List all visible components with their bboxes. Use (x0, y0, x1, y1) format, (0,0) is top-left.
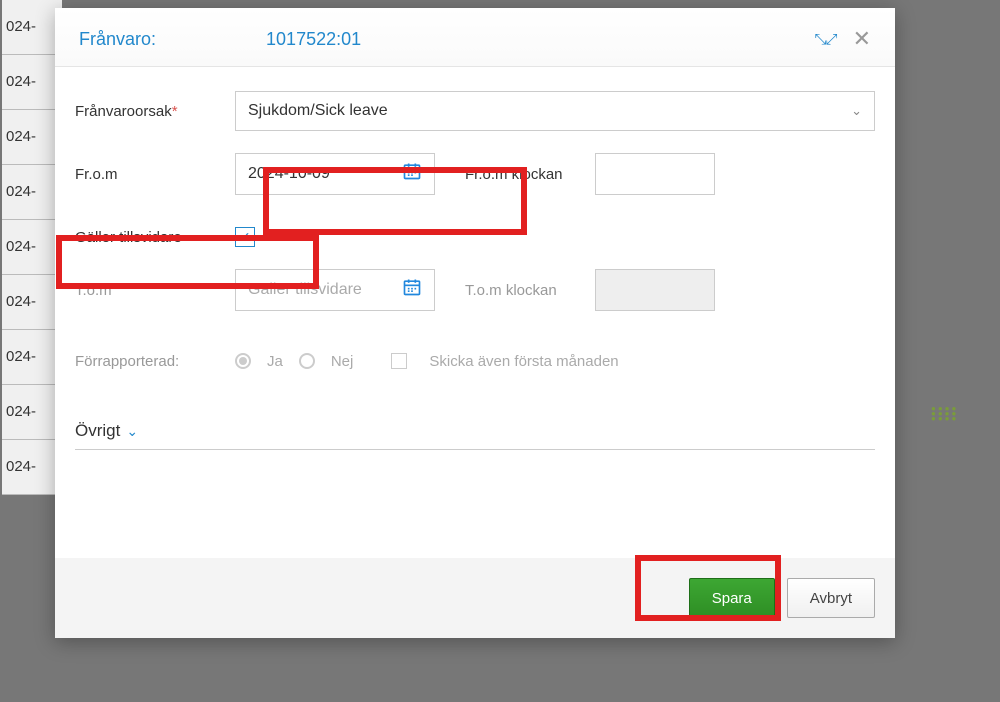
calendar-icon (402, 277, 422, 303)
ovrigt-label: Övrigt (75, 421, 120, 441)
modal-footer: Spara Avbryt (55, 558, 895, 638)
bg-row: 024- (2, 220, 62, 275)
header-actions: ⤡⤢ ✕ (815, 26, 871, 52)
bg-row: 024- (2, 165, 62, 220)
reason-value: Sjukdom/Sick leave (248, 102, 388, 120)
send-first-month-checkbox (391, 353, 407, 369)
absence-modal: Frånvaro: 1017522:01 ⤡⤢ ✕ Frånvaroorsak*… (55, 8, 895, 638)
bg-row: 024- (2, 330, 62, 385)
drag-handle-icon[interactable]: ●●●●●●●●●●●● (931, 406, 947, 426)
row-to: T.o.m Gäller tillsvidare T.o.m klockan (75, 269, 875, 311)
send-first-month-label: Skicka även första månaden (429, 353, 618, 370)
chevron-down-icon: ⌄ (851, 103, 862, 119)
row-reason: Frånvaroorsak* Sjukdom/Sick leave ⌄ (75, 91, 875, 131)
modal-header: Frånvaro: 1017522:01 ⤡⤢ ✕ (55, 8, 895, 67)
reason-select[interactable]: Sjukdom/Sick leave ⌄ (235, 91, 875, 131)
radio-nej-label: Nej (331, 353, 354, 370)
to-label: T.o.m (75, 282, 235, 299)
reason-label: Frånvaroorsak* (75, 103, 235, 120)
from-date-value: 2024-10-09 (248, 165, 330, 183)
required-mark: * (172, 103, 178, 120)
from-date-input[interactable]: 2024-10-09 (235, 153, 435, 195)
from-time-label: Fr.o.m klockan (465, 166, 595, 183)
save-button[interactable]: Spara (689, 578, 775, 618)
forrapporterad-radios: Ja Nej Skicka även första månaden (235, 353, 619, 370)
radio-ja-label: Ja (267, 353, 283, 370)
modal-id: 1017522:01 (266, 29, 361, 50)
modal-title: Frånvaro: (79, 29, 156, 50)
close-icon[interactable]: ✕ (853, 26, 871, 52)
bg-row: 024- (2, 440, 62, 495)
from-label: Fr.o.m (75, 166, 235, 183)
bg-row: 024- (2, 275, 62, 330)
row-tillsvidare: Gäller tillsvidare ✓ (75, 217, 875, 257)
tillsvidare-label: Gäller tillsvidare (75, 229, 235, 246)
bg-row: 024- (2, 55, 62, 110)
tillsvidare-checkbox[interactable]: ✓ (235, 227, 255, 247)
chevron-down-icon: ⌄ (126, 423, 138, 440)
to-date-input: Gäller tillsvidare (235, 269, 435, 311)
row-from: Fr.o.m 2024-10-09 Fr.o.m klockan (75, 153, 875, 195)
expand-icon[interactable]: ⤡⤢ (815, 31, 837, 48)
row-forrapporterad: Förrapporterad: Ja Nej Skicka även först… (75, 341, 875, 381)
to-time-label: T.o.m klockan (465, 282, 595, 299)
to-date-placeholder: Gäller tillsvidare (248, 281, 362, 299)
cancel-button[interactable]: Avbryt (787, 578, 875, 618)
from-time-input[interactable] (595, 153, 715, 195)
radio-nej (299, 353, 315, 369)
bg-row: 024- (2, 110, 62, 165)
forrapporterad-label: Förrapporterad: (75, 353, 235, 370)
radio-ja (235, 353, 251, 369)
modal-body: Frånvaroorsak* Sjukdom/Sick leave ⌄ Fr.o… (55, 67, 895, 460)
calendar-icon[interactable] (402, 161, 422, 187)
bg-row: 024- (2, 385, 62, 440)
background-list: 024- 024- 024- 024- 024- 024- 024- 024- … (2, 0, 62, 495)
to-time-input (595, 269, 715, 311)
bg-row: 024- (2, 0, 62, 55)
ovrigt-section[interactable]: Övrigt ⌄ (75, 421, 875, 450)
